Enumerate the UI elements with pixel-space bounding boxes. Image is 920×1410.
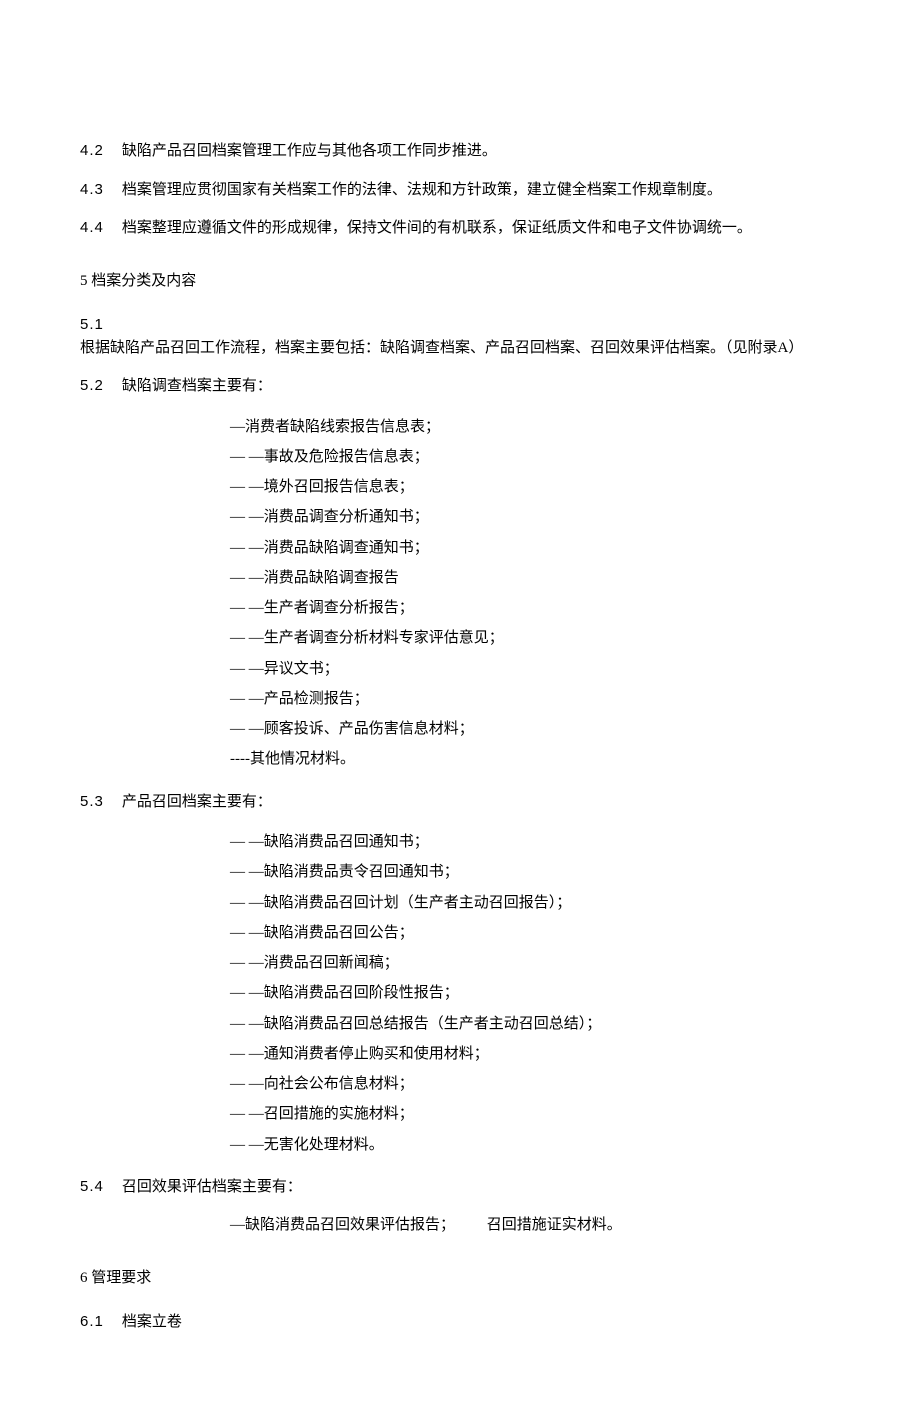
clause-number: 5.3: [80, 793, 104, 810]
list-5-3-item: — —缺陷消费品召回通知书；: [80, 829, 840, 855]
clause-text: 召回效果评估档案主要有：: [122, 1179, 302, 1195]
clause-6-1: 6.1 档案立卷: [80, 1311, 840, 1334]
list-5-2-item: — —消费品缺陷调查通知书；: [80, 535, 840, 561]
clause-5-4-seg2: 召回措施证实材料。: [487, 1214, 622, 1237]
list-5-3-item: — —缺陷消费品召回公告；: [80, 920, 840, 946]
clause-number: 6.1: [80, 1313, 104, 1330]
clause-text: 产品召回档案主要有：: [122, 794, 272, 810]
list-5-3-item: — —缺陷消费品责令召回通知书；: [80, 859, 840, 885]
list-5-3-item: — —缺陷消费品召回总结报告（生产者主动召回总结）；: [80, 1011, 840, 1037]
list-5-3-item: — —无害化处理材料。: [80, 1132, 840, 1158]
list-5-2-item: — —异议文书；: [80, 656, 840, 682]
list-5-2-item: — —事故及危险报告信息表；: [80, 444, 840, 470]
list-5-3-item: — —通知消费者停止购买和使用材料；: [80, 1041, 840, 1067]
list-5-3-item: — —消费品召回新闻稿；: [80, 950, 840, 976]
clause-text: 档案立卷: [122, 1314, 182, 1330]
clause-number: 5.4: [80, 1178, 104, 1195]
clause-5-3-lead: 5.3 产品召回档案主要有：: [80, 791, 840, 814]
clause-text: 根据缺陷产品召回工作流程，档案主要包括：缺陷调查档案、产品召回档案、召回效果评估…: [80, 340, 803, 356]
clause-text: 缺陷调查档案主要有：: [122, 378, 272, 394]
list-5-2-item: — —顾客投诉、产品伤害信息材料；: [80, 716, 840, 742]
clause-number: 5.2: [80, 377, 104, 394]
list-5-2-item: — —产品检测报告；: [80, 686, 840, 712]
list-5-2-item: — —生产者调查分析材料专家评估意见；: [80, 625, 840, 651]
list-5-3-item: — —缺陷消费品召回阶段性报告；: [80, 980, 840, 1006]
clause-5-4-lead: 5.4 召回效果评估档案主要有：: [80, 1176, 840, 1199]
list-5-2: —消费者缺陷线索报告信息表； — —事故及危险报告信息表； — —境外召回报告信息表…: [80, 414, 840, 773]
clause-number: 4.3: [80, 181, 104, 198]
list-5-3-item: — —缺陷消费品召回计划（生产者主动召回报告）；: [80, 890, 840, 916]
list-5-2-item: — —生产者调查分析报告；: [80, 595, 840, 621]
list-5-2-item: — —消费品缺陷调查报告: [80, 565, 840, 591]
clause-5-1: 5.1 根据缺陷产品召回工作流程，档案主要包括：缺陷调查档案、产品召回档案、召回效…: [80, 314, 840, 359]
list-5-2-item: —消费者缺陷线索报告信息表；: [80, 414, 840, 440]
list-5-2-item: — —消费品调查分析通知书；: [80, 504, 840, 530]
clause-number: 4.2: [80, 142, 104, 159]
clause-text: 档案管理应贯彻国家有关档案工作的法律、法规和方针政策，建立健全档案工作规章制度。: [122, 182, 722, 198]
list-5-2-item: ----其他情况材料。: [80, 746, 840, 772]
clause-5-4-body: —缺陷消费品召回效果评估报告； 召回措施证实材料。: [80, 1214, 840, 1237]
clause-4-4: 4.4 档案整理应遵循文件的形成规律，保持文件间的有机联系，保证纸质文件和电子文件…: [80, 217, 840, 240]
clause-number: 5.1: [80, 316, 104, 333]
clause-4-2: 4.2 缺陷产品召回档案管理工作应与其他各项工作同步推进。: [80, 140, 840, 163]
clause-text: 缺陷产品召回档案管理工作应与其他各项工作同步推进。: [122, 143, 497, 159]
clause-number: 4.4: [80, 219, 104, 236]
list-5-3: — —缺陷消费品召回通知书； — —缺陷消费品责令召回通知书； — —缺陷消费品召回…: [80, 829, 840, 1158]
clause-5-4-seg1: —缺陷消费品召回效果评估报告；: [230, 1217, 455, 1233]
section-5-title: 5 档案分类及内容: [80, 270, 840, 293]
list-5-2-item: — —境外召回报告信息表；: [80, 474, 840, 500]
clause-4-3: 4.3 档案管理应贯彻国家有关档案工作的法律、法规和方针政策，建立健全档案工作规章…: [80, 179, 840, 202]
list-5-3-item: — —向社会公布信息材料；: [80, 1071, 840, 1097]
section-6-title: 6 管理要求: [80, 1267, 840, 1290]
clause-5-2-lead: 5.2 缺陷调查档案主要有：: [80, 375, 840, 398]
list-5-3-item: — —召回措施的实施材料；: [80, 1101, 840, 1127]
clause-text: 档案整理应遵循文件的形成规律，保持文件间的有机联系，保证纸质文件和电子文件协调统…: [122, 220, 752, 236]
